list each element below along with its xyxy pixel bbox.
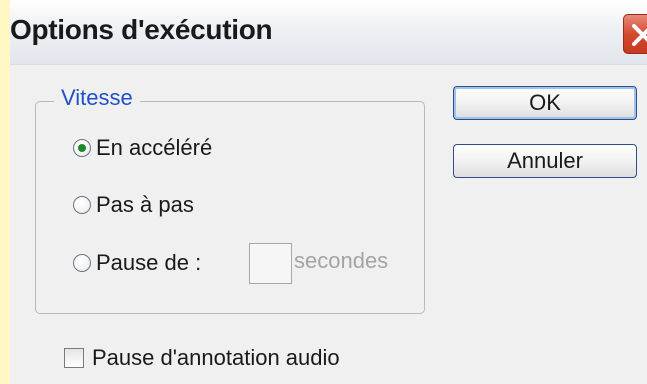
close-icon [632, 24, 647, 46]
close-button[interactable] [623, 14, 647, 54]
radio-label-pause: Pause de : [96, 250, 202, 275]
cancel-button[interactable]: Annuler [453, 144, 637, 178]
radio-button[interactable] [73, 254, 91, 272]
audio-pause-checkbox[interactable] [64, 348, 84, 368]
radio-accelerated[interactable]: En accéléré [73, 133, 212, 163]
audio-pause-label: Pause d'annotation audio [92, 345, 340, 370]
seconds-unit-label: secondes [294, 248, 389, 273]
radio-button[interactable] [73, 139, 91, 157]
audio-pause-option[interactable]: Pause d'annotation audio [64, 343, 340, 373]
radio-label-accelerated: En accéléré [96, 135, 213, 160]
title-bar[interactable]: Options d'exécution [10, 0, 647, 65]
radio-pause[interactable]: Pause de : [73, 248, 201, 278]
radio-label-step-by-step: Pas à pas [96, 192, 194, 217]
seconds-input[interactable] [249, 243, 292, 284]
speed-group-legend: Vitesse [54, 85, 140, 111]
ok-button[interactable]: OK [453, 86, 637, 120]
radio-step-by-step[interactable]: Pas à pas [73, 190, 194, 220]
dialog-title: Options d'exécution [10, 14, 273, 45]
radio-button[interactable] [73, 196, 91, 214]
